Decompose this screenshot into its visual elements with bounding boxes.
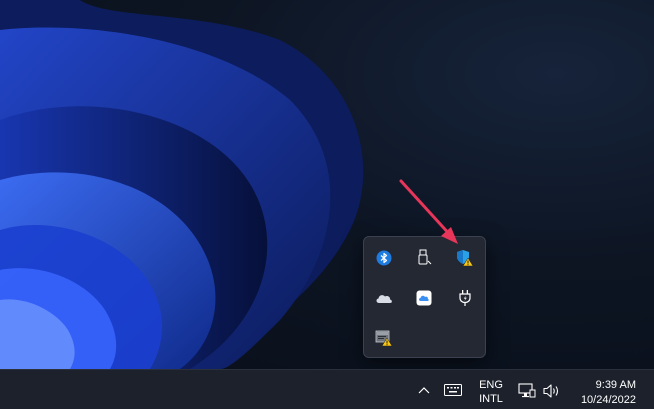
hidden-icons-flyout xyxy=(363,236,486,358)
taskbar: ENG INTL 9:39 AM 10/24/2022 xyxy=(0,369,654,409)
input-language-indicator[interactable]: ENG INTL xyxy=(472,377,510,407)
onedrive-icon[interactable] xyxy=(371,285,397,311)
bluetooth-icon[interactable] xyxy=(371,245,397,271)
keyboard-layout: INTL xyxy=(479,393,503,405)
show-hidden-icons-chevron-icon[interactable] xyxy=(412,380,436,400)
volume-icon[interactable] xyxy=(540,380,564,402)
usb-safely-remove-icon[interactable] xyxy=(411,245,437,271)
windows-security-warning-icon[interactable] xyxy=(452,245,478,271)
desktop-wallpaper xyxy=(0,0,654,369)
icloud-icon[interactable] xyxy=(411,285,437,311)
touch-keyboard-icon[interactable] xyxy=(440,380,466,400)
clock-date[interactable]: 9:39 AM 10/24/2022 xyxy=(576,377,636,409)
language-code: ENG xyxy=(479,379,503,391)
power-plug-icon[interactable] xyxy=(452,285,478,311)
network-icon[interactable] xyxy=(516,380,538,402)
vmware-warning-icon[interactable] xyxy=(371,325,397,351)
clock-time: 9:39 AM xyxy=(595,379,636,391)
clock-date-text: 10/24/2022 xyxy=(580,394,636,406)
